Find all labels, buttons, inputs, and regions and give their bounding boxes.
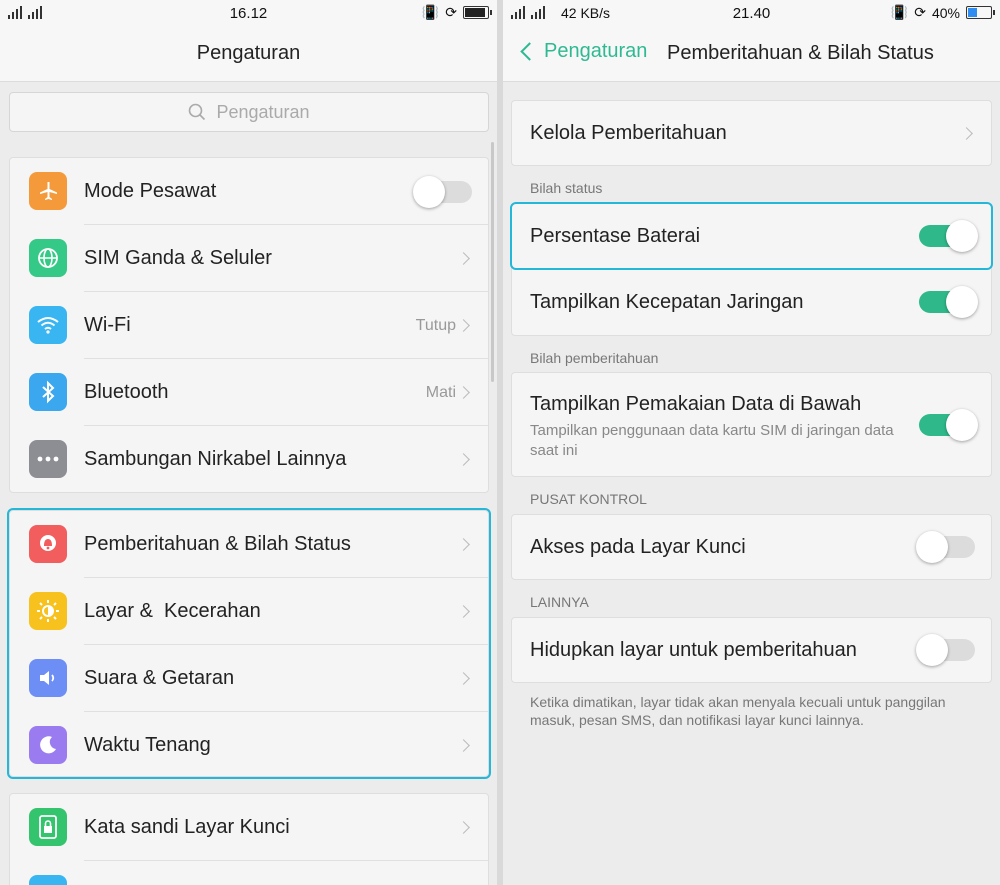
setting-sound-vibration[interactable]: Suara & Getaran [10,645,488,712]
chevron-right-icon [457,605,470,618]
setting-label: Tampilkan Kecepatan Jaringan [530,290,804,313]
chevron-right-icon [457,453,470,466]
setting-label: Pemberitahuan & Bilah Status [84,533,351,555]
brightness-icon [29,592,67,630]
chevron-right-icon [960,126,973,140]
title-bar: Pengaturan [0,26,497,82]
setting-label: Kata sandi Layar Kunci [84,816,290,838]
section-header: LAINNYA [530,594,589,610]
setting-label: Sambungan Nirkabel Lainnya [84,448,347,470]
wake-screen-toggle[interactable] [916,634,975,666]
back-label: Pengaturan [544,40,648,62]
network-speed-toggle[interactable] [919,286,978,318]
setting-label: Bluetooth [84,381,169,403]
lockscreen-access-toggle[interactable] [916,531,975,563]
page-title: Pengaturan [196,42,301,64]
network-speed-row[interactable]: Tampilkan Kecepatan Jaringan [512,268,991,336]
battery-icon [463,6,492,19]
page-title: Pemberitahuan & Bilah Status [667,42,934,64]
battery-percentage-toggle[interactable] [919,220,978,252]
chevron-right-icon [457,319,470,332]
statusbar-card: Persentase Baterai Tampilkan Kecepatan J… [510,202,993,336]
battery-percent: 40% [931,4,960,21]
setting-description: Tampilkan penggunaan data kartu SIM di j… [530,422,894,459]
notifbar-card: Tampilkan Pemakaian Data di Bawah Tampil… [511,372,992,477]
control-center-card: Akses pada Layar Kunci [511,514,992,580]
setting-label: Mode Pesawat [84,180,217,202]
rotation-lock-icon: ⟳ [914,4,926,20]
section-header: Bilah pemberitahuan [530,350,659,366]
settings-screen: 16.12 📳 ⟳ Pengaturan Pengaturan Mode Pes… [0,0,497,885]
battery-icon [966,6,995,19]
back-button[interactable]: Pengaturan [519,40,647,63]
setting-quiet-time[interactable]: Waktu Tenang [10,712,488,779]
manage-notifications-card: Kelola Pemberitahuan [511,100,992,166]
chevron-right-icon [457,386,470,399]
shield-icon [29,875,67,885]
setting-label: Suara & Getaran [84,667,235,689]
scrollbar[interactable] [491,142,494,382]
section-header: PUSAT KONTROL [530,491,647,507]
lockscreen-access-row[interactable]: Akses pada Layar Kunci [512,515,991,579]
setting-label: Kelola Pemberitahuan [530,121,727,144]
setting-wifi[interactable]: Wi-Fi Tutup [10,292,488,359]
chevron-right-icon [457,739,470,752]
setting-label: Hidupkan layar untuk pemberitahuan [530,638,857,661]
vibrate-icon: 📳 [890,4,909,20]
chevron-right-icon [457,672,470,685]
status-bar: 16.12 📳 ⟳ [0,0,497,26]
data-usage-row[interactable]: Tampilkan Pemakaian Data di Bawah Tampil… [512,373,991,476]
setting-bluetooth[interactable]: Bluetooth Mati [10,359,488,426]
title-bar: Pengaturan Pemberitahuan & Bilah Status [503,26,1000,82]
vibrate-icon: 📳 [421,4,440,20]
data-usage-toggle[interactable] [919,408,978,441]
setting-next-item[interactable] [10,861,488,885]
bluetooth-status: Mati [425,383,456,401]
settings-group-security: Kata sandi Layar Kunci [9,793,489,885]
search-placeholder: Pengaturan [216,101,310,122]
lock-icon [29,808,67,846]
settings-group-connectivity: Mode Pesawat SIM Ganda & Seluler Wi-Fi T… [9,157,489,493]
setting-label: Layar & Kecerahan [84,600,261,622]
more-icon [29,440,67,478]
chevron-right-icon [457,538,470,551]
speaker-icon [29,659,67,697]
section-header: Bilah status [530,180,603,196]
chevron-right-icon [457,821,470,834]
search-input[interactable]: Pengaturan [9,92,489,132]
wake-screen-row[interactable]: Hidupkan layar untuk pemberitahuan [512,618,991,682]
settings-group-display: Pemberitahuan & Bilah Status Layar & Kec… [7,508,491,779]
manage-notifications[interactable]: Kelola Pemberitahuan [512,101,991,165]
status-bar: 42 KB/s 21.40 📳 ⟳ 40% [503,0,1000,26]
wifi-status: Tutup [415,316,456,334]
setting-notifications[interactable]: Pemberitahuan & Bilah Status [10,511,488,578]
moon-icon [29,726,67,764]
setting-airplane-mode[interactable]: Mode Pesawat [10,158,488,225]
footnote: Ketika dimatikan, layar tidak akan menya… [530,694,946,728]
setting-other-wireless[interactable]: Sambungan Nirkabel Lainnya [10,426,488,493]
chevron-left-icon [520,42,539,61]
setting-label: Wi-Fi [84,314,131,336]
wifi-icon [29,306,67,344]
globe-icon [29,239,67,277]
airplane-icon [29,172,67,210]
bluetooth-icon [29,373,67,411]
other-card: Hidupkan layar untuk pemberitahuan [511,617,992,683]
notification-icon [29,525,67,563]
notification-settings-screen: 42 KB/s 21.40 📳 ⟳ 40% Pengaturan Pemberi… [503,0,1000,885]
setting-display-brightness[interactable]: Layar & Kecerahan [10,578,488,645]
airplane-mode-toggle[interactable] [413,175,472,208]
rotation-lock-icon: ⟳ [445,4,457,20]
battery-percentage-row[interactable]: Persentase Baterai [510,202,993,270]
setting-label: SIM Ganda & Seluler [84,247,272,269]
chevron-right-icon [457,252,470,265]
setting-label: Persentase Baterai [530,224,701,247]
search-icon [189,103,206,121]
setting-label: Waktu Tenang [84,734,211,756]
setting-label: Akses pada Layar Kunci [530,535,746,558]
setting-dual-sim[interactable]: SIM Ganda & Seluler [10,225,488,292]
setting-label: Tampilkan Pemakaian Data di Bawah [530,393,862,415]
setting-lockscreen-password[interactable]: Kata sandi Layar Kunci [10,794,488,861]
